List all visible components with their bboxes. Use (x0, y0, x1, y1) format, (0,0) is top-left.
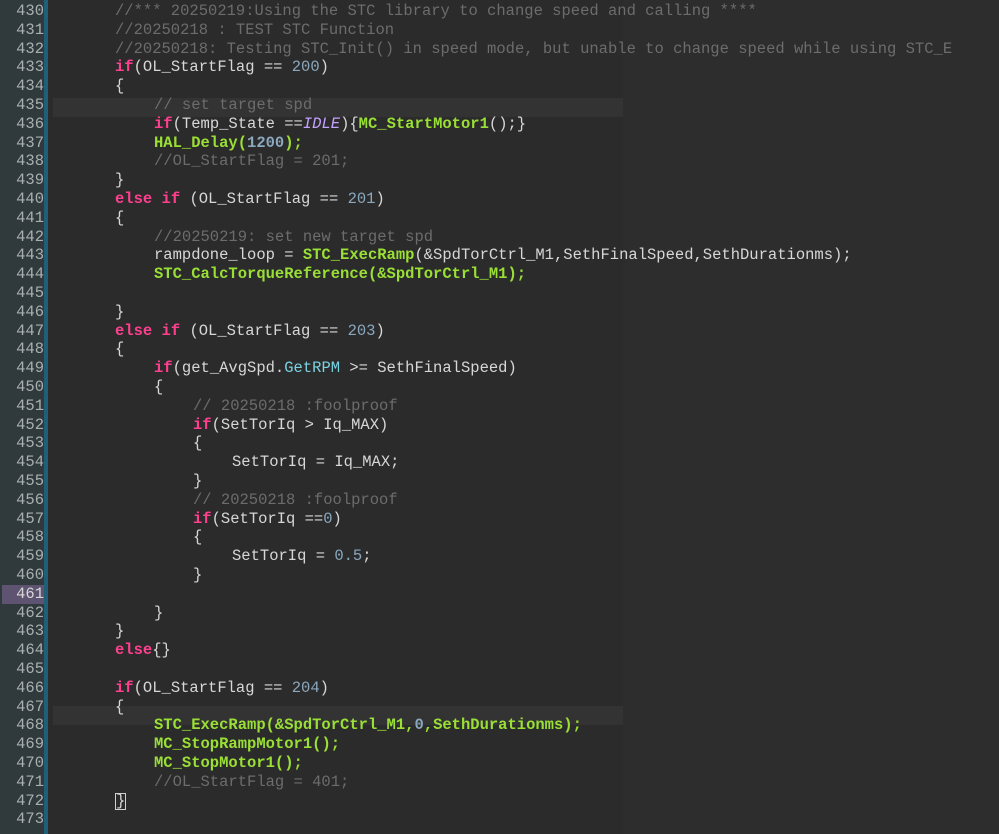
code-line[interactable]: } (193, 472, 202, 491)
line-number: 458 (16, 528, 44, 547)
code-line[interactable]: } (154, 604, 163, 623)
code-line[interactable]: { (115, 77, 124, 96)
code-line-function-call[interactable]: STC_CalcTorqueReference(&SpdTorCtrl_M1); (154, 265, 526, 284)
code-line[interactable]: SetTorIq = 0.5; (232, 547, 372, 566)
code-line-function-call[interactable]: MC_StopMotor1(); (154, 754, 303, 773)
line-number: 446 (16, 302, 44, 321)
code-line[interactable]: if(SetTorIq > Iq_MAX) (193, 416, 388, 435)
code-line-comment[interactable]: //*** 20250219:Using the STC library to … (115, 2, 757, 21)
code-line[interactable]: SetTorIq = Iq_MAX; (232, 453, 399, 472)
line-number: 464 (16, 641, 44, 660)
code-line-comment[interactable]: // 20250218 :foolproof (193, 397, 398, 416)
code-pane-right[interactable] (623, 0, 999, 834)
line-number: 447 (16, 321, 44, 340)
line-number: 472 (16, 791, 44, 810)
code-line[interactable]: { (115, 209, 124, 228)
line-number: 473 (16, 810, 44, 829)
code-line[interactable]: { (193, 434, 202, 453)
line-number: 441 (16, 208, 44, 227)
line-number: 460 (16, 566, 44, 584)
line-number: 444 (16, 265, 44, 284)
line-number: 442 (16, 227, 44, 246)
line-number: 459 (16, 547, 44, 566)
line-number: 430 (16, 2, 44, 20)
line-number: 463 (16, 622, 44, 641)
code-line[interactable]: if(OL_StartFlag == 204) (115, 679, 329, 698)
line-number: 462 (16, 603, 44, 622)
line-number: 438 (16, 152, 44, 171)
code-line-function-call[interactable]: HAL_Delay(1200); (154, 134, 303, 153)
code-line[interactable]: else if (OL_StartFlag == 201) (115, 190, 385, 209)
line-number: 436 (16, 114, 44, 133)
code-line-comment[interactable]: //OL_StartFlag = 201; (154, 152, 349, 171)
line-number: 471 (16, 772, 44, 791)
line-number: 449 (16, 359, 44, 378)
line-number: 431 (16, 20, 44, 39)
line-number: 443 (16, 246, 44, 265)
line-number: 437 (16, 133, 44, 152)
code-line[interactable]: { (115, 340, 124, 359)
code-line-comment[interactable]: // 20250218 :foolproof (193, 491, 398, 510)
code-line[interactable]: else if (OL_StartFlag == 203) (115, 322, 385, 341)
line-number: 451 (16, 396, 44, 415)
code-line[interactable]: { (193, 528, 202, 547)
line-number: 467 (16, 697, 44, 716)
line-number: 465 (16, 660, 44, 678)
line-number: 468 (16, 716, 44, 735)
line-number: 445 (16, 284, 44, 302)
line-number: 454 (16, 453, 44, 472)
code-line[interactable]: } (115, 622, 124, 641)
code-line-comment[interactable]: //OL_StartFlag = 401; (154, 773, 349, 792)
line-number: 450 (16, 378, 44, 396)
code-line-function-call[interactable]: STC_ExecRamp(&SpdTorCtrl_M1,0,SethDurati… (154, 716, 582, 735)
code-line[interactable]: else{} (115, 641, 171, 660)
code-line[interactable]: if(get_AvgSpd.GetRPM >= SethFinalSpeed) (154, 359, 517, 378)
line-number: 439 (16, 171, 44, 190)
line-number: 457 (16, 509, 44, 528)
code-line[interactable]: } (115, 791, 127, 811)
code-line[interactable]: { (154, 378, 163, 397)
code-line-comment[interactable]: //20250219: set new target spd (154, 228, 433, 247)
line-number: 434 (16, 77, 44, 96)
line-number: 455 (16, 472, 44, 490)
line-number: 456 (16, 490, 44, 509)
line-number: 469 (16, 735, 44, 754)
code-line[interactable]: if(OL_StartFlag == 200) (115, 58, 329, 77)
line-number: 470 (16, 754, 44, 772)
code-line-comment[interactable]: // set target spd (154, 96, 312, 115)
code-line[interactable]: } (115, 171, 124, 190)
line-number: 440 (16, 190, 44, 208)
code-line[interactable]: { (115, 698, 124, 717)
code-line[interactable]: if(SetTorIq ==0) (193, 510, 342, 529)
line-number: 466 (16, 678, 44, 697)
code-editor[interactable]: 430 431 432 433 434 435 436 437 438 439 … (0, 0, 999, 834)
line-number: 433 (16, 58, 44, 77)
line-number: 435 (16, 96, 44, 114)
line-number: 432 (16, 39, 44, 58)
code-line-comment[interactable]: //20250218 : TEST STC Function (115, 21, 394, 40)
line-number: 448 (16, 340, 44, 359)
code-line[interactable]: } (193, 566, 202, 585)
line-number-active: 461 (2, 584, 44, 604)
code-line[interactable]: if(Temp_State ==IDLE){MC_StartMotor1();} (154, 115, 526, 134)
line-number: 452 (16, 415, 44, 434)
line-number: 453 (16, 434, 44, 453)
code-line-comment[interactable]: //20250218: Testing STC_Init() in speed … (115, 40, 952, 59)
code-line-function-call[interactable]: MC_StopRampMotor1(); (154, 735, 340, 754)
code-line[interactable]: rampdone_loop = STC_ExecRamp(&SpdTorCtrl… (154, 246, 852, 265)
code-line[interactable]: } (115, 303, 124, 322)
brace-match-box: } (115, 791, 127, 810)
